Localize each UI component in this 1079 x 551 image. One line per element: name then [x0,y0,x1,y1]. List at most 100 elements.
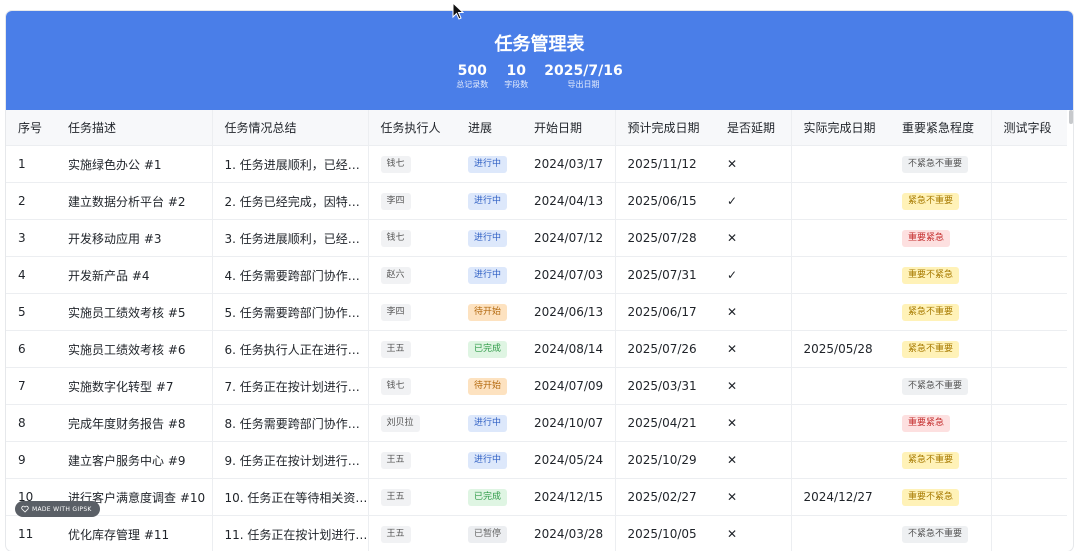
task-description-cell[interactable]: 开发移动应用 #3 [56,220,212,257]
column-header[interactable]: 任务情况总结 [212,110,368,146]
delayed-cell[interactable]: ✕ [715,405,791,442]
table-row[interactable]: 5实施员工绩效考核 #55. 任务需要跨部门协作完成...李四待开始2024/0… [6,294,1067,331]
actual-date-cell[interactable] [791,442,890,479]
priority-cell[interactable]: 紧急不重要 [890,442,991,479]
due-date-cell[interactable]: 2025/04/21 [615,405,715,442]
start-date-cell[interactable]: 2024/03/17 [522,146,615,183]
owner-cell[interactable]: 钱七 [368,368,456,405]
column-header[interactable]: 序号 [6,110,56,146]
delayed-cell[interactable]: ✕ [715,331,791,368]
task-description-cell[interactable]: 实施数字化转型 #7 [56,368,212,405]
priority-cell[interactable]: 紧急不重要 [890,183,991,220]
delayed-cell[interactable]: ✕ [715,220,791,257]
actual-date-cell[interactable] [791,257,890,294]
owner-cell[interactable]: 钱七 [368,220,456,257]
table-row[interactable]: 8完成年度财务报告 #88. 任务需要跨部门协作完成...刘贝拉进行中2024/… [6,405,1067,442]
start-date-cell[interactable]: 2024/12/15 [522,479,615,516]
due-date-cell[interactable]: 2025/10/29 [615,442,715,479]
start-date-cell[interactable]: 2024/06/13 [522,294,615,331]
row-number[interactable]: 8 [6,405,56,442]
status-cell[interactable]: 进行中 [456,220,522,257]
table-container[interactable]: 序号任务描述任务情况总结任务执行人进展开始日期预计完成日期是否延期实际完成日期重… [6,110,1067,551]
table-row[interactable]: 2建立数据分析平台 #22. 任务已经完成，因特殊原因...李四进行中2024/… [6,183,1067,220]
priority-cell[interactable]: 重要不紧急 [890,257,991,294]
column-header[interactable]: 开始日期 [522,110,615,146]
status-cell[interactable]: 进行中 [456,146,522,183]
column-header[interactable]: 预计完成日期 [615,110,715,146]
row-number[interactable]: 7 [6,368,56,405]
priority-cell[interactable]: 紧急不重要 [890,294,991,331]
table-row[interactable]: 9建立客户服务中心 #99. 任务正在按计划进行中...王五进行中2024/05… [6,442,1067,479]
due-date-cell[interactable]: 2025/07/31 [615,257,715,294]
delayed-cell[interactable]: ✕ [715,516,791,551]
delayed-cell[interactable]: ✕ [715,146,791,183]
column-header[interactable]: 重要紧急程度 [890,110,991,146]
row-number[interactable]: 3 [6,220,56,257]
status-cell[interactable]: 进行中 [456,257,522,294]
task-summary-cell[interactable]: 9. 任务正在按计划进行中... [212,442,368,479]
priority-cell[interactable]: 不紧急不重要 [890,368,991,405]
column-header[interactable]: 实际完成日期 [791,110,890,146]
row-number[interactable]: 9 [6,442,56,479]
task-description-cell[interactable]: 开发新产品 #4 [56,257,212,294]
actual-date-cell[interactable] [791,220,890,257]
test-field-cell[interactable] [991,257,1067,294]
delayed-cell[interactable]: ✕ [715,294,791,331]
actual-date-cell[interactable] [791,405,890,442]
test-field-cell[interactable] [991,405,1067,442]
priority-cell[interactable]: 紧急不重要 [890,331,991,368]
task-summary-cell[interactable]: 10. 任务正在等待相关资源... [212,479,368,516]
due-date-cell[interactable]: 2025/11/12 [615,146,715,183]
task-description-cell[interactable]: 完成年度财务报告 #8 [56,405,212,442]
start-date-cell[interactable]: 2024/10/07 [522,405,615,442]
owner-cell[interactable]: 李四 [368,183,456,220]
task-summary-cell[interactable]: 6. 任务执行人正在进行调研... [212,331,368,368]
actual-date-cell[interactable]: 2025/05/28 [791,331,890,368]
task-summary-cell[interactable]: 5. 任务需要跨部门协作完成... [212,294,368,331]
priority-cell[interactable]: 不紧急不重要 [890,516,991,551]
task-description-cell[interactable]: 实施员工绩效考核 #6 [56,331,212,368]
due-date-cell[interactable]: 2025/07/28 [615,220,715,257]
column-header[interactable]: 是否延期 [715,110,791,146]
task-description-cell[interactable]: 建立数据分析平台 #2 [56,183,212,220]
test-field-cell[interactable] [991,183,1067,220]
start-date-cell[interactable]: 2024/07/09 [522,368,615,405]
task-description-cell[interactable]: 建立客户服务中心 #9 [56,442,212,479]
owner-cell[interactable]: 王五 [368,442,456,479]
test-field-cell[interactable] [991,368,1067,405]
status-cell[interactable]: 待开始 [456,294,522,331]
owner-cell[interactable]: 王五 [368,331,456,368]
vertical-scrollbar[interactable] [1069,110,1073,124]
due-date-cell[interactable]: 2025/06/15 [615,183,715,220]
task-summary-cell[interactable]: 8. 任务需要跨部门协作完成... [212,405,368,442]
test-field-cell[interactable] [991,331,1067,368]
delayed-cell[interactable]: ✕ [715,442,791,479]
row-number[interactable]: 5 [6,294,56,331]
owner-cell[interactable]: 李四 [368,294,456,331]
task-summary-cell[interactable]: 3. 任务进展顺利，已经完成... [212,220,368,257]
start-date-cell[interactable]: 2024/08/14 [522,331,615,368]
actual-date-cell[interactable] [791,146,890,183]
task-summary-cell[interactable]: 4. 任务需要跨部门协作完成... [212,257,368,294]
table-row[interactable]: 1实施绿色办公 #11. 任务进展顺利，已经完成...钱七进行中2024/03/… [6,146,1067,183]
actual-date-cell[interactable] [791,516,890,551]
priority-cell[interactable]: 重要紧急 [890,405,991,442]
actual-date-cell[interactable] [791,368,890,405]
task-description-cell[interactable]: 实施员工绩效考核 #5 [56,294,212,331]
made-with-badge[interactable]: MADE WITH GIPSK [15,501,100,517]
task-description-cell[interactable]: 优化库存管理 #11 [56,516,212,551]
owner-cell[interactable]: 钱七 [368,146,456,183]
due-date-cell[interactable]: 2025/06/17 [615,294,715,331]
task-summary-cell[interactable]: 7. 任务正在按计划进行中... [212,368,368,405]
status-cell[interactable]: 已完成 [456,479,522,516]
start-date-cell[interactable]: 2024/07/03 [522,257,615,294]
delayed-cell[interactable]: ✓ [715,257,791,294]
table-row[interactable]: 4开发新产品 #44. 任务需要跨部门协作完成...赵六进行中2024/07/0… [6,257,1067,294]
test-field-cell[interactable] [991,220,1067,257]
row-number[interactable]: 11 [6,516,56,551]
due-date-cell[interactable]: 2025/03/31 [615,368,715,405]
actual-date-cell[interactable] [791,294,890,331]
status-cell[interactable]: 待开始 [456,368,522,405]
task-summary-cell[interactable]: 2. 任务已经完成，因特殊原因... [212,183,368,220]
start-date-cell[interactable]: 2024/05/24 [522,442,615,479]
